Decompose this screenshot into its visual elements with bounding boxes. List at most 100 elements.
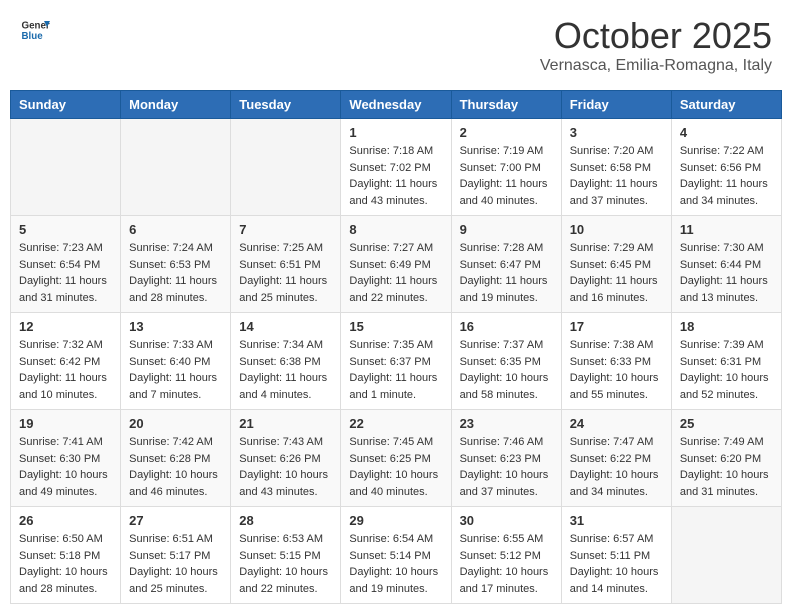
day-info-line: Daylight: 10 hours and 40 minutes. — [349, 467, 442, 500]
subtitle: Vernasca, Emilia-Romagna, Italy — [540, 57, 772, 75]
day-info: Sunrise: 7:32 AMSunset: 6:42 PMDaylight:… — [19, 337, 112, 403]
day-info: Sunrise: 7:38 AMSunset: 6:33 PMDaylight:… — [570, 337, 663, 403]
day-info-line: Sunrise: 6:54 AM — [349, 531, 442, 548]
day-info-line: Sunrise: 7:19 AM — [460, 143, 553, 160]
day-info-line: Sunset: 5:12 PM — [460, 548, 553, 565]
day-info-line: Daylight: 11 hours and 28 minutes. — [129, 273, 222, 306]
day-info-line: Sunset: 5:14 PM — [349, 548, 442, 565]
day-number: 3 — [570, 125, 663, 140]
day-info-line: Daylight: 11 hours and 10 minutes. — [19, 370, 112, 403]
day-info-line: Sunset: 5:18 PM — [19, 548, 112, 565]
day-info: Sunrise: 7:33 AMSunset: 6:40 PMDaylight:… — [129, 337, 222, 403]
day-info: Sunrise: 7:41 AMSunset: 6:30 PMDaylight:… — [19, 434, 112, 500]
calendar-cell: 2 Sunrise: 7:19 AMSunset: 7:00 PMDaylight… — [451, 119, 561, 216]
day-info-line: Sunset: 6:26 PM — [239, 451, 332, 468]
day-number: 9 — [460, 222, 553, 237]
day-info: Sunrise: 7:47 AMSunset: 6:22 PMDaylight:… — [570, 434, 663, 500]
calendar-cell — [121, 119, 231, 216]
day-number: 29 — [349, 513, 442, 528]
day-info-line: Sunset: 6:45 PM — [570, 257, 663, 274]
day-info-line: Daylight: 10 hours and 19 minutes. — [349, 564, 442, 597]
day-info-line: Sunrise: 6:51 AM — [129, 531, 222, 548]
day-info-line: Sunrise: 7:35 AM — [349, 337, 442, 354]
day-info-line: Daylight: 10 hours and 37 minutes. — [460, 467, 553, 500]
day-number: 8 — [349, 222, 442, 237]
day-number: 16 — [460, 319, 553, 334]
day-info-line: Daylight: 11 hours and 25 minutes. — [239, 273, 332, 306]
day-info-line: Daylight: 11 hours and 34 minutes. — [680, 176, 773, 209]
day-number: 27 — [129, 513, 222, 528]
day-info-line: Sunset: 5:17 PM — [129, 548, 222, 565]
day-info: Sunrise: 7:23 AMSunset: 6:54 PMDaylight:… — [19, 240, 112, 306]
day-info-line: Sunrise: 7:32 AM — [19, 337, 112, 354]
calendar-week-row: 5Sunrise: 7:23 AMSunset: 6:54 PMDaylight… — [11, 216, 782, 313]
day-info-line: Sunrise: 7:34 AM — [239, 337, 332, 354]
day-number: 20 — [129, 416, 222, 431]
day-info-line: Daylight: 11 hours and 13 minutes. — [680, 273, 773, 306]
day-info: Sunrise: 7:20 AMSunset: 6:58 PMDaylight:… — [570, 143, 663, 209]
day-info: Sunrise: 7:49 AMSunset: 6:20 PMDaylight:… — [680, 434, 773, 500]
day-info-line: Sunset: 6:44 PM — [680, 257, 773, 274]
calendar-cell: 30Sunrise: 6:55 AMSunset: 5:12 PMDayligh… — [451, 507, 561, 604]
calendar-cell: 13Sunrise: 7:33 AMSunset: 6:40 PMDayligh… — [121, 313, 231, 410]
day-number: 1 — [349, 125, 442, 140]
day-info-line: Sunset: 6:42 PM — [19, 354, 112, 371]
calendar-cell: 31Sunrise: 6:57 AMSunset: 5:11 PMDayligh… — [561, 507, 671, 604]
calendar-cell: 15Sunrise: 7:35 AMSunset: 6:37 PMDayligh… — [341, 313, 451, 410]
calendar-cell — [671, 507, 781, 604]
day-info-line: Daylight: 10 hours and 58 minutes. — [460, 370, 553, 403]
day-info: Sunrise: 6:54 AMSunset: 5:14 PMDaylight:… — [349, 531, 442, 597]
calendar-cell: 20Sunrise: 7:42 AMSunset: 6:28 PMDayligh… — [121, 410, 231, 507]
day-info-line: Daylight: 10 hours and 46 minutes. — [129, 467, 222, 500]
day-info-line: Sunrise: 7:23 AM — [19, 240, 112, 257]
day-info: Sunrise: 6:50 AMSunset: 5:18 PMDaylight:… — [19, 531, 112, 597]
day-number: 2 — [460, 125, 553, 140]
weekday-header-sunday: Sunday — [11, 91, 121, 119]
day-info-line: Sunrise: 6:55 AM — [460, 531, 553, 548]
day-number: 7 — [239, 222, 332, 237]
day-info-line: Daylight: 11 hours and 7 minutes. — [129, 370, 222, 403]
calendar-cell: 22Sunrise: 7:45 AMSunset: 6:25 PMDayligh… — [341, 410, 451, 507]
calendar-week-row: 1Sunrise: 7:18 AMSunset: 7:02 PMDaylight… — [11, 119, 782, 216]
day-info: Sunrise: 7:43 AMSunset: 6:26 PMDaylight:… — [239, 434, 332, 500]
day-info-line: Sunset: 6:40 PM — [129, 354, 222, 371]
day-info-line: Daylight: 10 hours and 25 minutes. — [129, 564, 222, 597]
day-info-line: Daylight: 11 hours and 43 minutes. — [349, 176, 442, 209]
day-info-line: Daylight: 10 hours and 28 minutes. — [19, 564, 112, 597]
calendar-cell: 10Sunrise: 7:29 AMSunset: 6:45 PMDayligh… — [561, 216, 671, 313]
logo-icon: General Blue — [20, 15, 50, 45]
day-info-line: Sunset: 7:00 PM — [460, 160, 553, 177]
day-info-line: Sunrise: 7:47 AM — [570, 434, 663, 451]
day-info-line: Sunrise: 7:49 AM — [680, 434, 773, 451]
calendar-cell: 23Sunrise: 7:46 AMSunset: 6:23 PMDayligh… — [451, 410, 561, 507]
day-info-line: Sunset: 6:53 PM — [129, 257, 222, 274]
day-info-line: Sunset: 6:56 PM — [680, 160, 773, 177]
day-info: Sunrise: 6:57 AMSunset: 5:11 PMDaylight:… — [570, 531, 663, 597]
day-info: Sunrise: 7:22 AMSunset: 6:56 PMDaylight:… — [680, 143, 773, 209]
calendar-cell: 25 Sunrise: 7:49 AMSunset: 6:20 PMDayligh… — [671, 410, 781, 507]
day-info-line: Daylight: 10 hours and 49 minutes. — [19, 467, 112, 500]
main-title: October 2025 — [540, 15, 772, 57]
day-info: Sunrise: 7:29 AMSunset: 6:45 PMDaylight:… — [570, 240, 663, 306]
calendar-cell: 29 Sunrise: 6:54 AMSunset: 5:14 PMDayligh… — [341, 507, 451, 604]
weekday-header-saturday: Saturday — [671, 91, 781, 119]
calendar-cell: 9Sunrise: 7:28 AMSunset: 6:47 PMDaylight… — [451, 216, 561, 313]
day-info: Sunrise: 6:53 AMSunset: 5:15 PMDaylight:… — [239, 531, 332, 597]
weekday-header-tuesday: Tuesday — [231, 91, 341, 119]
day-info-line: Daylight: 11 hours and 31 minutes. — [19, 273, 112, 306]
day-number: 25 — [680, 416, 773, 431]
day-info-line: Daylight: 11 hours and 40 minutes. — [460, 176, 553, 209]
calendar-cell: 6Sunrise: 7:24 AMSunset: 6:53 PMDaylight… — [121, 216, 231, 313]
calendar-cell: 28Sunrise: 6:53 AMSunset: 5:15 PMDayligh… — [231, 507, 341, 604]
day-info-line: Sunset: 6:58 PM — [570, 160, 663, 177]
svg-text:Blue: Blue — [22, 31, 44, 42]
day-number: 22 — [349, 416, 442, 431]
day-info-line: Sunrise: 7:28 AM — [460, 240, 553, 257]
weekday-header-thursday: Thursday — [451, 91, 561, 119]
day-number: 26 — [19, 513, 112, 528]
day-info-line: Daylight: 11 hours and 37 minutes. — [570, 176, 663, 209]
day-number: 30 — [460, 513, 553, 528]
calendar-cell: 5Sunrise: 7:23 AMSunset: 6:54 PMDaylight… — [11, 216, 121, 313]
calendar-week-row: 19Sunrise: 7:41 AMSunset: 6:30 PMDayligh… — [11, 410, 782, 507]
day-info-line: Sunset: 6:49 PM — [349, 257, 442, 274]
